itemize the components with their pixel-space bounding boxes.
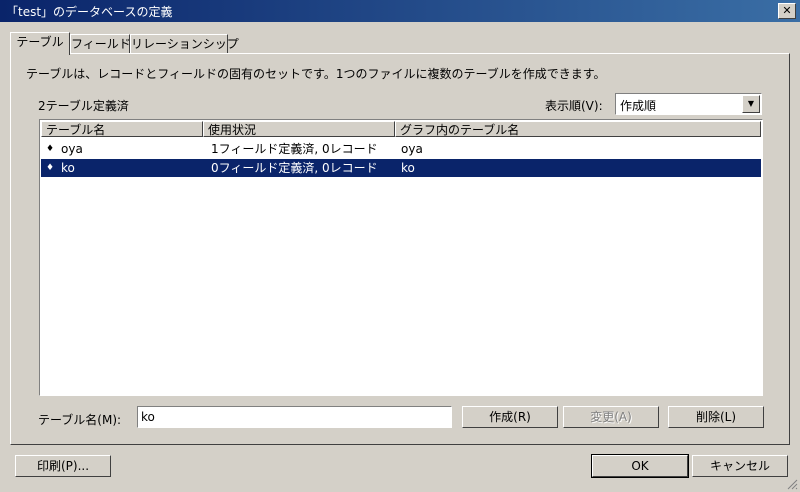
table-list[interactable]: テーブル名 使用状況 グラフ内のテーブル名 ♦ oya 1フィールド定義済, 0…	[39, 119, 763, 396]
table-name-cell: ko	[61, 161, 75, 175]
tab-tables[interactable]: テーブル	[10, 32, 70, 55]
title-bar: 「test」のデータベースの定義 ✕	[0, 0, 800, 22]
sort-order-value: 作成順	[620, 99, 657, 113]
resize-grip-icon[interactable]	[786, 478, 798, 490]
table-list-header: テーブル名 使用状況 グラフ内のテーブル名	[41, 121, 761, 139]
database-definition-dialog: 「test」のデータベースの定義 ✕ テーブル フィールド リレーションシップ …	[0, 0, 800, 492]
column-header-usage[interactable]: 使用状況	[203, 121, 395, 137]
sort-order-label: 表示順(V):	[545, 99, 603, 113]
create-button[interactable]: 作成(R)	[462, 406, 558, 428]
table-name-label: テーブル名(M):	[38, 413, 122, 427]
delete-button[interactable]: 削除(L)	[668, 406, 764, 428]
table-name-cell: oya	[61, 142, 83, 156]
table-row[interactable]: ♦ ko 0フィールド定義済, 0レコード ko	[41, 159, 761, 177]
usage-cell: 1フィールド定義済, 0レコード	[211, 142, 378, 156]
print-button[interactable]: 印刷(P)...	[15, 455, 111, 477]
column-header-table-name[interactable]: テーブル名	[41, 121, 203, 137]
column-header-graph-name[interactable]: グラフ内のテーブル名	[395, 121, 761, 137]
window-title: 「test」のデータベースの定義	[6, 5, 173, 19]
change-button[interactable]: 変更(A)	[563, 406, 659, 428]
ok-button[interactable]: OK	[591, 454, 689, 478]
graph-name-cell: oya	[401, 142, 423, 156]
table-row[interactable]: ♦ oya 1フィールド定義済, 0レコード oya	[41, 140, 761, 158]
graph-name-cell: ko	[401, 161, 415, 175]
cancel-button[interactable]: キャンセル	[692, 455, 788, 477]
description-text: テーブルは、レコードとフィールドの固有のセットです。1つのファイルに複数のテーブ…	[26, 67, 606, 81]
table-name-input[interactable]	[137, 406, 452, 428]
sort-order-select[interactable]: 作成順 ▼	[615, 93, 762, 115]
close-button[interactable]: ✕	[778, 3, 796, 19]
tab-fields[interactable]: フィールド	[70, 34, 131, 54]
table-icon: ♦	[46, 144, 55, 154]
table-icon: ♦	[46, 163, 55, 173]
tab-relationships[interactable]: リレーションシップ	[130, 34, 239, 54]
close-icon: ✕	[782, 4, 792, 17]
usage-cell: 0フィールド定義済, 0レコード	[211, 161, 378, 175]
table-count-label: 2テーブル定義済	[38, 99, 129, 113]
dropdown-arrow-icon[interactable]: ▼	[742, 95, 760, 113]
